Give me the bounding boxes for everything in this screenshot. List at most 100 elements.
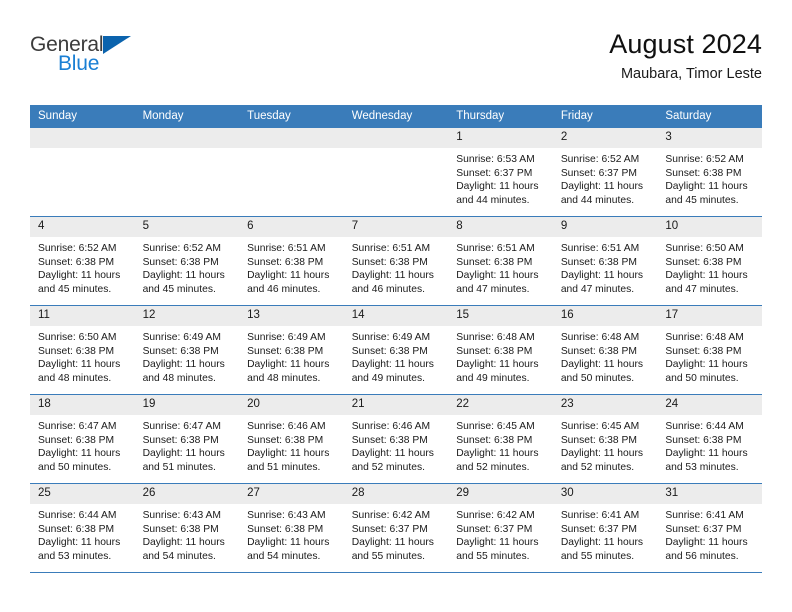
daylight-text: and 55 minutes.	[560, 550, 635, 562]
sunrise-text: Sunrise: 6:53 AM	[456, 154, 535, 165]
calendar-day-cell[interactable]: 9 Sunrise: 6:51 AM Sunset: 6:38 PM Daylight…	[552, 216, 658, 306]
daylight-text: and 44 minutes.	[560, 194, 635, 206]
calendar-day-cell[interactable]: 12 Sunrise: 6:49 AM Sunset: 6:38 PM Dayligh…	[134, 305, 240, 395]
day-number: 13	[239, 306, 344, 326]
calendar-day-cell[interactable]: 21 Sunrise: 6:46 AM Sunset: 6:38 PM Dayligh…	[343, 394, 449, 484]
sunrise-text: Sunrise: 6:49 AM	[351, 332, 431, 343]
calendar-day-cell[interactable]: 4 Sunrise: 6:52 AM Sunset: 6:38 PM Daylight…	[30, 216, 135, 306]
daylight-text: Daylight: 11 hours	[142, 270, 225, 282]
daylight-text: and 44 minutes.	[456, 194, 530, 206]
calendar-day-cell[interactable]: 31 Sunrise: 6:41 AM Sunset: 6:37 PM Dayligh…	[657, 483, 762, 573]
sunset-text: Sunset: 6:38 PM	[456, 434, 533, 446]
sunrise-text: Sunrise: 6:46 AM	[247, 421, 326, 432]
sunset-text: Sunset: 6:38 PM	[142, 523, 219, 535]
day-number: 15	[448, 306, 553, 326]
day-details: Sunrise: 6:45 AM Sunset: 6:38 PM Daylight:…	[448, 415, 553, 474]
day-number: 20	[239, 395, 344, 415]
sunset-text: Sunset: 6:38 PM	[38, 523, 115, 535]
calendar-day-cell[interactable]: 10 Sunrise: 6:50 AM Sunset: 6:38 PM Dayligh…	[657, 216, 762, 306]
day-details: Sunrise: 6:49 AM Sunset: 6:38 PM Daylight:…	[135, 326, 240, 385]
daylight-text: and 51 minutes.	[247, 461, 321, 473]
sunset-text: Sunset: 6:37 PM	[351, 523, 428, 535]
calendar-cell-empty	[134, 127, 240, 217]
daylight-text: and 53 minutes.	[665, 461, 739, 473]
daylight-text: Daylight: 11 hours	[351, 537, 434, 549]
sunrise-text: Sunrise: 6:51 AM	[351, 243, 431, 254]
calendar-day-cell[interactable]: 5 Sunrise: 6:52 AM Sunset: 6:38 PM Daylight…	[134, 216, 240, 306]
sunset-text: Sunset: 6:38 PM	[38, 345, 115, 357]
daylight-text: Daylight: 11 hours	[38, 537, 121, 549]
sunset-text: Sunset: 6:38 PM	[665, 434, 742, 446]
daylight-text: Daylight: 11 hours	[665, 181, 748, 193]
sunset-text: Sunset: 6:38 PM	[142, 345, 219, 357]
daylight-text: and 47 minutes.	[456, 283, 530, 295]
calendar-day-cell[interactable]: 3 Sunrise: 6:52 AM Sunset: 6:38 PM Daylight…	[657, 127, 762, 217]
calendar-week-row: 11 Sunrise: 6:50 AM Sunset: 6:38 PM Dayligh…	[30, 305, 762, 395]
day-number: 3	[657, 128, 762, 148]
calendar-day-cell[interactable]: 7 Sunrise: 6:51 AM Sunset: 6:38 PM Daylight…	[343, 216, 449, 306]
day-number: 31	[657, 484, 762, 504]
day-number	[239, 128, 344, 148]
day-number: 26	[134, 484, 240, 504]
calendar-day-cell[interactable]: 18 Sunrise: 6:47 AM Sunset: 6:38 PM Dayligh…	[30, 394, 135, 484]
title-block: August 2024 Maubara, Timor Leste	[609, 28, 762, 84]
sunset-text: Sunset: 6:38 PM	[665, 167, 742, 179]
sunrise-text: Sunrise: 6:45 AM	[560, 421, 640, 432]
calendar-day-cell[interactable]: 19 Sunrise: 6:47 AM Sunset: 6:38 PM Dayligh…	[134, 394, 240, 484]
daylight-text: and 51 minutes.	[142, 461, 216, 473]
day-number: 25	[30, 484, 135, 504]
daylight-text: and 48 minutes.	[247, 372, 321, 384]
daylight-text: Daylight: 11 hours	[38, 359, 121, 371]
calendar-day-cell[interactable]: 20 Sunrise: 6:46 AM Sunset: 6:38 PM Dayligh…	[239, 394, 344, 484]
calendar-day-cell[interactable]: 1 Sunrise: 6:53 AM Sunset: 6:37 PM Daylight…	[448, 127, 553, 217]
calendar-day-cell[interactable]: 29 Sunrise: 6:42 AM Sunset: 6:37 PM Dayligh…	[448, 483, 553, 573]
daylight-text: and 45 minutes.	[142, 283, 216, 295]
calendar-day-cell[interactable]: 27 Sunrise: 6:43 AM Sunset: 6:38 PM Dayligh…	[239, 483, 344, 573]
day-details: Sunrise: 6:52 AM Sunset: 6:38 PM Daylight:…	[30, 237, 135, 296]
day-details: Sunrise: 6:53 AM Sunset: 6:37 PM Daylight:…	[448, 148, 553, 207]
sunrise-text: Sunrise: 6:51 AM	[456, 243, 535, 254]
daylight-text: Daylight: 11 hours	[560, 359, 644, 371]
calendar-day-cell[interactable]: 15 Sunrise: 6:48 AM Sunset: 6:38 PM Dayligh…	[448, 305, 553, 395]
calendar-day-cell[interactable]: 6 Sunrise: 6:51 AM Sunset: 6:38 PM Daylight…	[239, 216, 344, 306]
calendar-day-cell[interactable]: 17 Sunrise: 6:48 AM Sunset: 6:38 PM Dayligh…	[657, 305, 762, 395]
daylight-text: Daylight: 11 hours	[456, 181, 539, 193]
day-details: Sunrise: 6:49 AM Sunset: 6:38 PM Daylight:…	[239, 326, 344, 385]
day-number: 27	[239, 484, 344, 504]
calendar-day-cell[interactable]: 13 Sunrise: 6:49 AM Sunset: 6:38 PM Dayligh…	[239, 305, 344, 395]
calendar-day-cell[interactable]: 22 Sunrise: 6:45 AM Sunset: 6:38 PM Dayligh…	[448, 394, 553, 484]
calendar-day-cell[interactable]: 11 Sunrise: 6:50 AM Sunset: 6:38 PM Dayligh…	[30, 305, 135, 395]
day-number	[343, 128, 449, 148]
calendar-day-cell[interactable]: 28 Sunrise: 6:42 AM Sunset: 6:37 PM Dayligh…	[343, 483, 449, 573]
day-details: Sunrise: 6:51 AM Sunset: 6:38 PM Daylight:…	[553, 237, 658, 296]
daylight-text: and 54 minutes.	[247, 550, 321, 562]
day-details: Sunrise: 6:50 AM Sunset: 6:38 PM Daylight:…	[30, 326, 135, 385]
daylight-text: and 47 minutes.	[560, 283, 635, 295]
calendar-day-cell[interactable]: 14 Sunrise: 6:49 AM Sunset: 6:38 PM Dayligh…	[343, 305, 449, 395]
calendar-week-row: 4 Sunrise: 6:52 AM Sunset: 6:38 PM Daylight…	[30, 216, 762, 306]
calendar-day-cell[interactable]: 25 Sunrise: 6:44 AM Sunset: 6:38 PM Dayligh…	[30, 483, 135, 573]
day-details: Sunrise: 6:51 AM Sunset: 6:38 PM Daylight:…	[448, 237, 553, 296]
day-number: 16	[552, 306, 658, 326]
calendar-day-cell[interactable]: 30 Sunrise: 6:41 AM Sunset: 6:37 PM Dayligh…	[552, 483, 658, 573]
sunrise-text: Sunrise: 6:48 AM	[456, 332, 535, 343]
weekday-header-wednesday: Wednesday	[343, 105, 449, 128]
calendar-day-cell[interactable]: 24 Sunrise: 6:44 AM Sunset: 6:38 PM Dayligh…	[657, 394, 762, 484]
calendar-day-cell[interactable]: 2 Sunrise: 6:52 AM Sunset: 6:37 PM Daylight…	[552, 127, 658, 217]
day-number: 19	[134, 395, 240, 415]
sunset-text: Sunset: 6:38 PM	[142, 256, 219, 268]
calendar-day-cell[interactable]: 16 Sunrise: 6:48 AM Sunset: 6:38 PM Dayligh…	[552, 305, 658, 395]
calendar-day-cell[interactable]: 8 Sunrise: 6:51 AM Sunset: 6:38 PM Daylight…	[448, 216, 553, 306]
daylight-text: Daylight: 11 hours	[456, 359, 539, 371]
sunset-text: Sunset: 6:38 PM	[142, 434, 219, 446]
weekday-header-saturday: Saturday	[657, 105, 762, 128]
sunrise-text: Sunrise: 6:50 AM	[665, 243, 744, 254]
daylight-text: Daylight: 11 hours	[247, 448, 330, 460]
sunrise-text: Sunrise: 6:46 AM	[351, 421, 431, 432]
daylight-text: and 47 minutes.	[665, 283, 739, 295]
general-blue-logo[interactable]: General Blue	[30, 28, 160, 80]
day-number: 21	[343, 395, 449, 415]
calendar-day-cell[interactable]: 26 Sunrise: 6:43 AM Sunset: 6:38 PM Dayligh…	[134, 483, 240, 573]
sunset-text: Sunset: 6:38 PM	[665, 256, 742, 268]
calendar-day-cell[interactable]: 23 Sunrise: 6:45 AM Sunset: 6:38 PM Dayligh…	[552, 394, 658, 484]
